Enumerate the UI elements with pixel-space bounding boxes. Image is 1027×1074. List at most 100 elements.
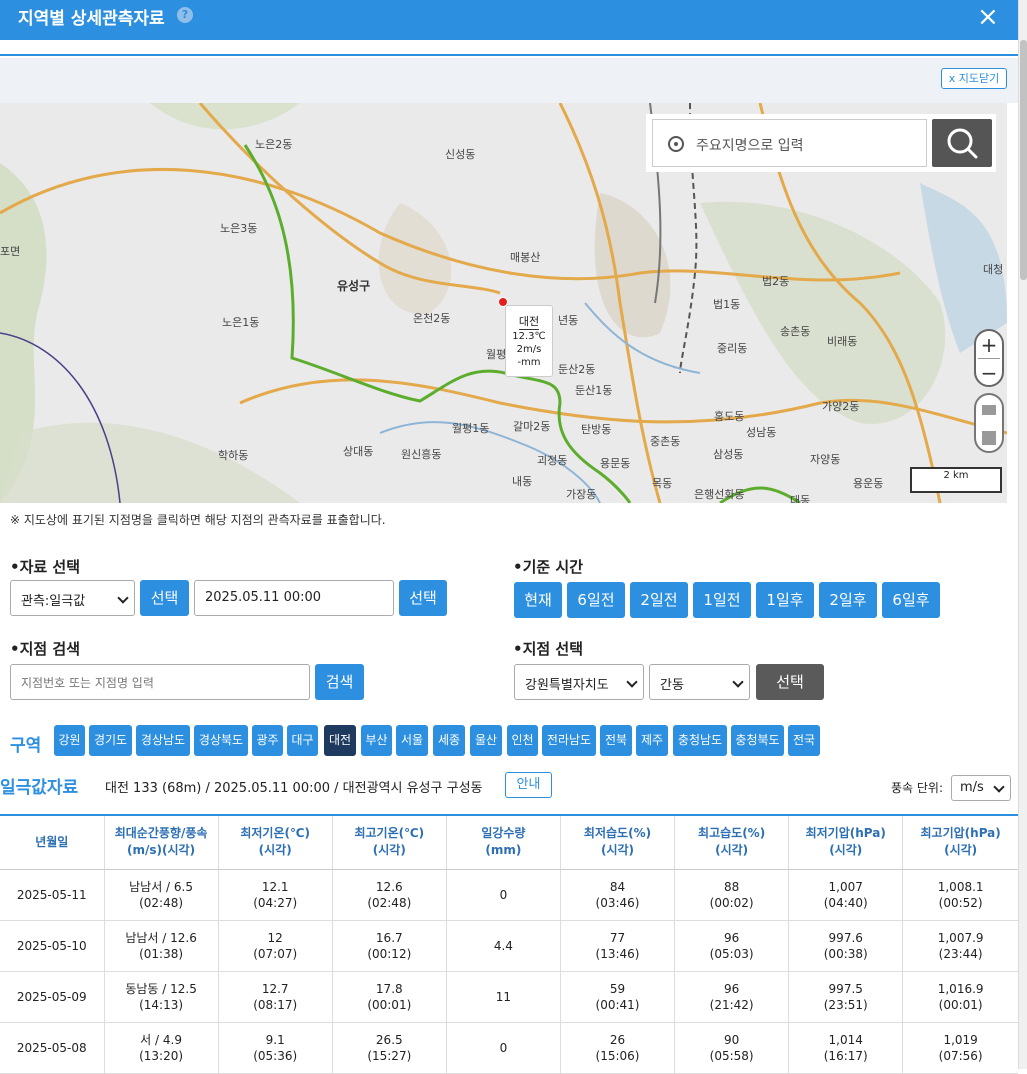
zoom-out-button[interactable]: − (976, 360, 1002, 386)
map-view[interactable]: 노은2동 신성동 노은3동 유성구 매봉산 노은1동 온천2동 년동 월평 둔산… (0, 103, 1007, 503)
zoom-divider (978, 358, 1000, 359)
map-label[interactable]: 목동 (652, 475, 672, 491)
wind-unit-select[interactable]: m/s (951, 775, 1011, 801)
station-select[interactable]: 간동 (649, 664, 750, 700)
cell-line2: (00:41) (595, 997, 640, 1012)
map-label[interactable]: 포면 (0, 243, 20, 259)
region-chip-gwangju[interactable]: 광주 (252, 725, 283, 756)
scrollbar[interactable] (1018, 0, 1027, 1069)
map-layer-control[interactable] (974, 393, 1004, 453)
map-label[interactable]: 월평1동 (452, 420, 489, 436)
map-label[interactable]: 내동 (512, 473, 532, 489)
cell-line1: 96 (723, 981, 740, 996)
table-row: 2025-05-11 남남서 / 6.5 (02:48) 12.1 (04:27) 12.… (0, 869, 1018, 921)
map-label[interactable]: 대청 (983, 261, 1003, 277)
region-chip-gyeonggi[interactable]: 경기도 (89, 725, 132, 756)
time-now-button[interactable]: 현재 (514, 582, 562, 618)
map-label[interactable]: 법2동 (762, 273, 789, 289)
map-label[interactable]: 월평 (486, 346, 506, 362)
map-label[interactable]: 온천2동 (413, 310, 450, 326)
map-label[interactable]: 성남동 (746, 424, 776, 440)
region-chip-busan[interactable]: 부산 (361, 725, 392, 756)
province-select[interactable]: 강원특별자치도 (514, 664, 644, 700)
time-1day-before-button[interactable]: 1일전 (693, 582, 751, 618)
map-label[interactable]: 중촌동 (650, 433, 680, 449)
map-label[interactable]: 둔산1동 (575, 382, 612, 398)
table-cell: 12.7 (08:17) (217, 971, 333, 1023)
region-chip-gyeongnam[interactable]: 경상남도 (136, 725, 190, 756)
table-cell: 2025-05-08 (0, 1022, 105, 1074)
region-chip-chungnam[interactable]: 충청남도 (673, 725, 727, 756)
region-chip-jeju[interactable]: 제주 (636, 725, 668, 756)
map-label[interactable]: 은행선화동 (694, 486, 745, 502)
region-chip-daejeon[interactable]: 대전 (324, 725, 356, 756)
map-label[interactable]: 매봉산 (510, 249, 540, 265)
map-label[interactable]: 상대동 (343, 443, 373, 459)
map-label[interactable]: 유성구 (337, 277, 370, 294)
map-label[interactable]: 노은3동 (220, 220, 257, 236)
close-map-button[interactable]: x 지도닫기 (941, 68, 1007, 89)
map-label[interactable]: 탄방동 (581, 421, 611, 437)
station-search-input[interactable]: 지점번호 또는 지점명 입력 (10, 664, 310, 700)
region-chip-nationwide[interactable]: 전국 (788, 725, 820, 756)
map-label[interactable]: 괴정동 (537, 452, 567, 468)
region-chip-gangwon[interactable]: 강원 (54, 725, 85, 756)
table-cell: 1,007 (04:40) (788, 869, 903, 921)
map-label[interactable]: 갈마2동 (513, 418, 550, 434)
region-chip-jeonnam[interactable]: 전라남도 (542, 725, 596, 756)
region-chip-gyeongbuk[interactable]: 경상북도 (194, 725, 248, 756)
time-2day-after-button[interactable]: 2일후 (819, 582, 877, 618)
map-label[interactable]: 비래동 (827, 333, 857, 349)
date-input[interactable]: 2025.05.11 00:00 (194, 580, 394, 616)
time-6day-after-button[interactable]: 6일후 (882, 582, 940, 618)
station-select-button[interactable]: 선택 (756, 664, 824, 700)
map-label[interactable]: 가양2동 (822, 398, 859, 414)
region-chip-incheon[interactable]: 인천 (507, 725, 538, 756)
map-label[interactable]: 법1동 (713, 296, 740, 312)
data-type-select-button[interactable]: 선택 (140, 580, 189, 616)
cell-line1: 1,007.9 (937, 930, 984, 945)
date-select-button[interactable]: 선택 (399, 580, 447, 616)
map-label[interactable]: 년동 (558, 312, 578, 328)
zoom-in-button[interactable]: + (976, 332, 1002, 358)
region-chip-ulsan[interactable]: 울산 (470, 725, 502, 756)
map-search-button[interactable] (932, 119, 992, 167)
map-label[interactable]: 자양동 (810, 451, 840, 467)
map-label[interactable]: 학하동 (218, 447, 248, 463)
time-6day-before-button[interactable]: 6일전 (567, 582, 625, 618)
map-label[interactable]: 노은2동 (255, 136, 292, 152)
chevron-down-icon (732, 676, 744, 688)
region-chip-sejong[interactable]: 세종 (433, 725, 465, 756)
region-chip-chungbuk[interactable]: 충청북도 (731, 725, 784, 756)
map-search-input[interactable]: 주요지명으로 입력 (652, 119, 927, 167)
cell-line1: 17.8 (375, 981, 403, 996)
guide-button[interactable]: 안내 (505, 772, 552, 798)
map-label[interactable]: 삼성동 (713, 446, 743, 462)
map-label[interactable]: 대동 (790, 492, 810, 503)
region-chip-daegu[interactable]: 대구 (287, 725, 318, 756)
map-label[interactable]: 홍도동 (714, 408, 744, 424)
cell-line2: (23:51) (823, 997, 868, 1012)
map-label[interactable]: 송촌동 (780, 323, 810, 339)
station-search-button[interactable]: 검색 (315, 664, 364, 700)
map-label[interactable]: 중리동 (717, 340, 747, 356)
region-chip-seoul[interactable]: 서울 (396, 725, 428, 756)
map-label[interactable]: 가장동 (566, 486, 596, 502)
map-label[interactable]: 용문동 (600, 455, 630, 471)
map-label[interactable]: 둔산2동 (558, 361, 595, 377)
close-icon[interactable]: × (977, 2, 999, 32)
station-popup[interactable]: 대전 12.3℃ 2m/s -mm (505, 305, 553, 377)
time-2day-before-button[interactable]: 2일전 (630, 582, 688, 618)
time-1day-after-button[interactable]: 1일후 (756, 582, 814, 618)
map-label[interactable]: 노은1동 (222, 314, 259, 330)
scrollbar-thumb[interactable] (1020, 40, 1027, 280)
table-row: 2025-05-10 남남서 / 12.6 (01:38) 12 (07:07) 16.7… (0, 920, 1018, 972)
data-type-select[interactable]: 관측:일극값 (10, 580, 135, 616)
map-label[interactable]: 원신흥동 (401, 446, 441, 462)
cell-line2: (02:48) (139, 895, 184, 910)
help-icon[interactable]: ? (177, 7, 193, 23)
table-cell: 88 (00:02) (674, 869, 789, 921)
region-chip-jeonbuk[interactable]: 전북 (600, 725, 632, 756)
map-label[interactable]: 신성동 (445, 146, 475, 162)
map-label[interactable]: 용운동 (853, 475, 883, 491)
